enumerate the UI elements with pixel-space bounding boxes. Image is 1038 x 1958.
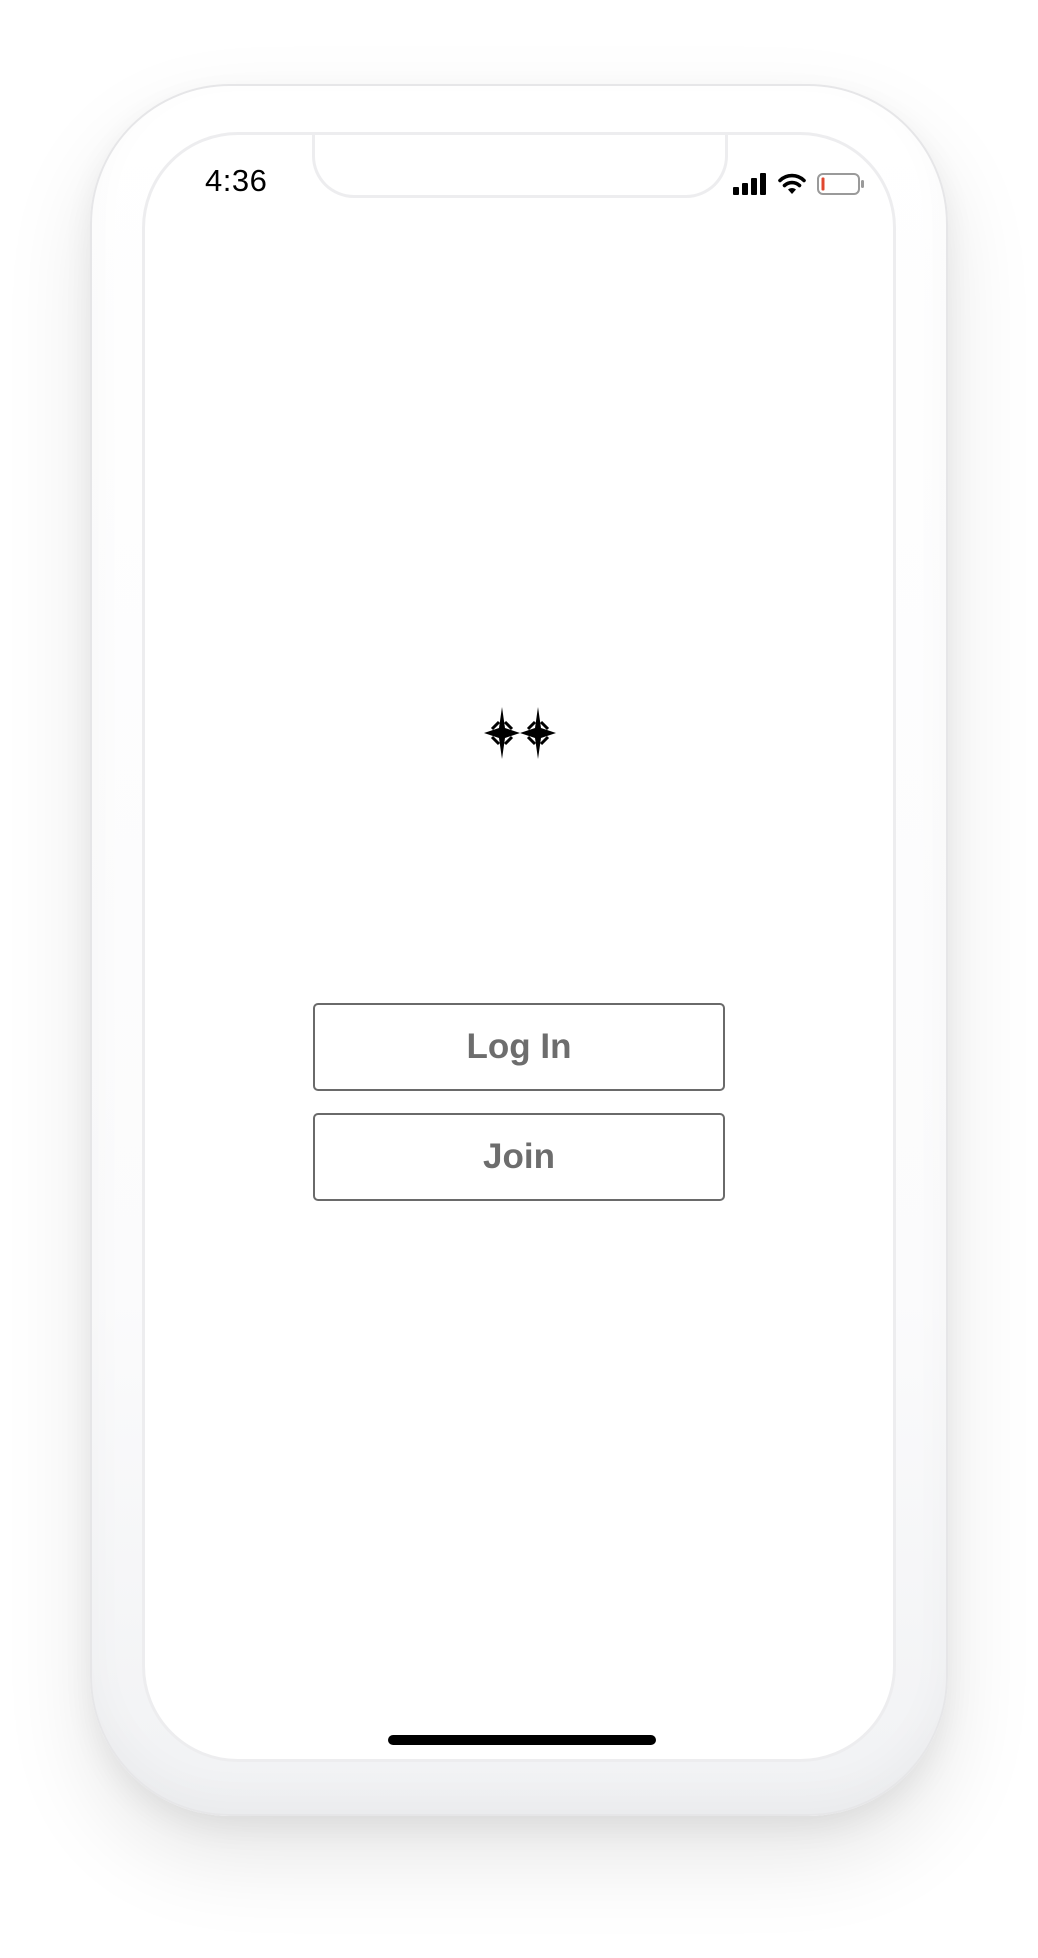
- two-stars-logo-icon: [484, 707, 556, 759]
- status-time: 4:36: [205, 163, 268, 198]
- device-frame: 4:36 Log In Join: [0, 0, 1038, 1958]
- login-button[interactable]: Log In: [313, 1003, 725, 1091]
- wifi-icon: [778, 173, 806, 194]
- notch: [312, 135, 728, 198]
- battery-icon: [817, 173, 864, 195]
- join-button[interactable]: Join: [313, 1113, 725, 1201]
- cellular-signal-icon: [733, 173, 766, 195]
- home-indicator[interactable]: [388, 1735, 656, 1745]
- screen: 4:36 Log In Join: [142, 132, 896, 1762]
- status-icons: [733, 172, 865, 196]
